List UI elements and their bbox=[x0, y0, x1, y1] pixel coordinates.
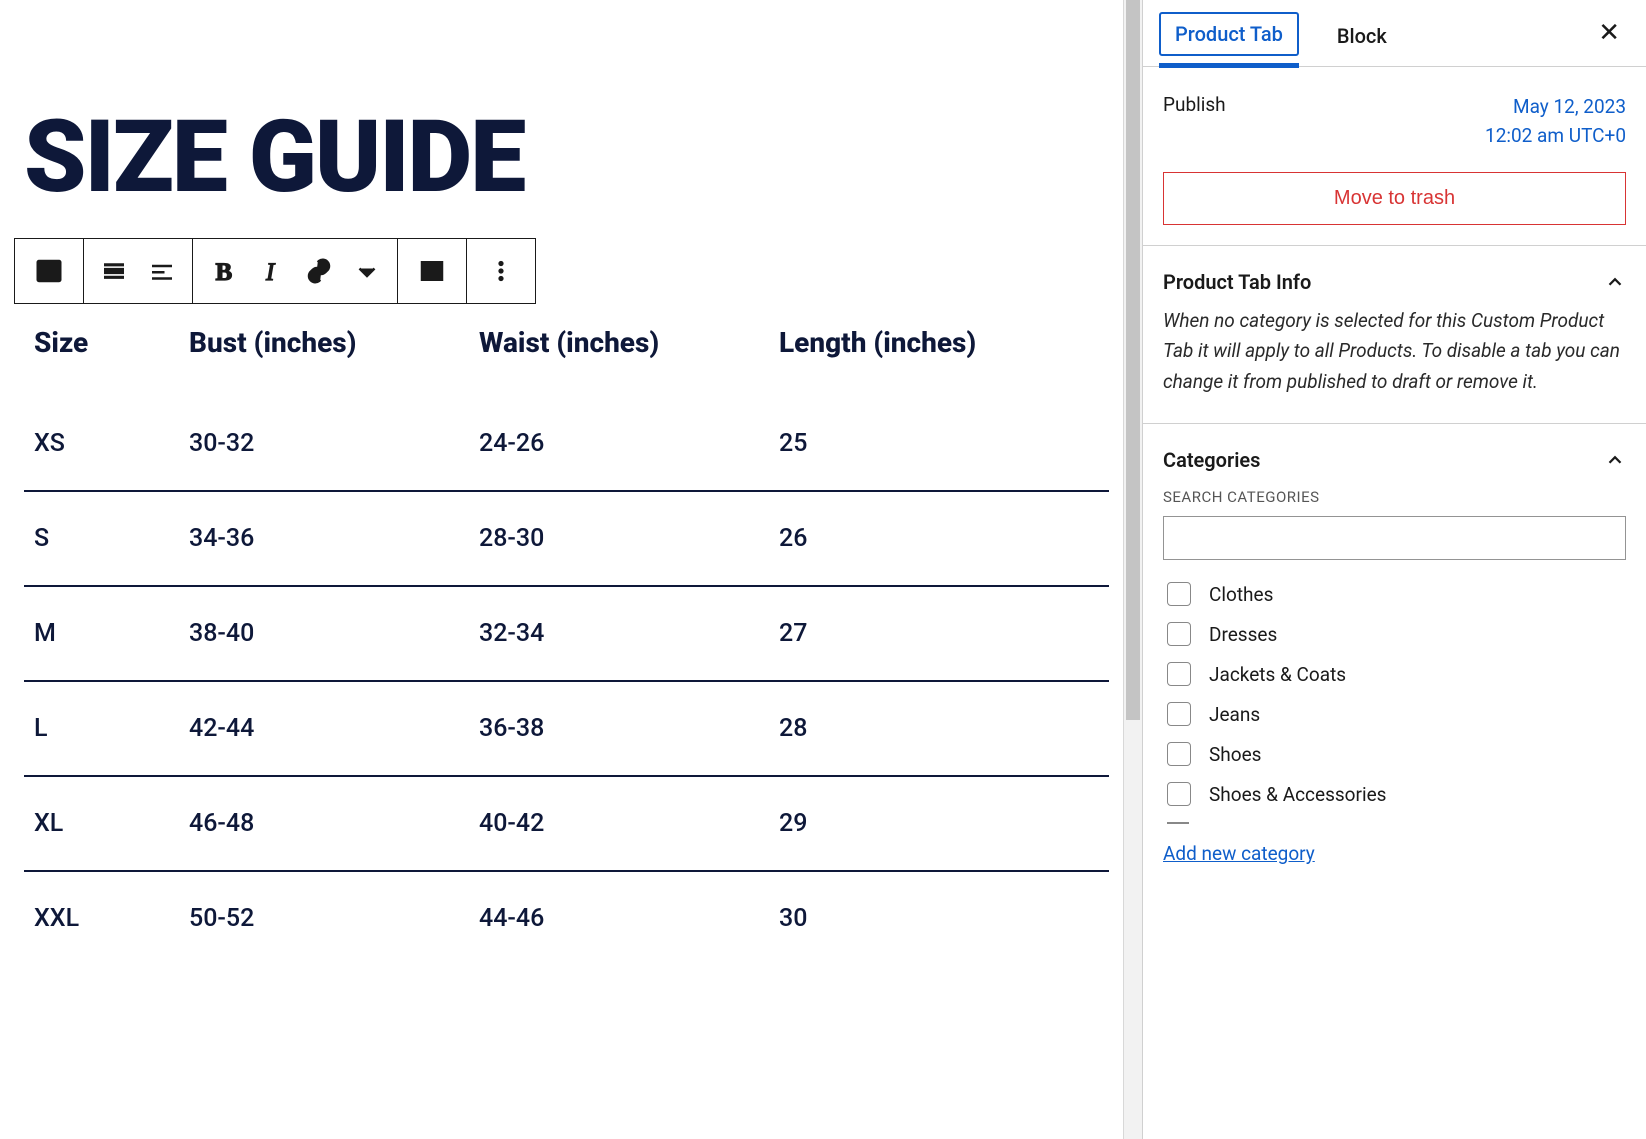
table-cell[interactable]: 42-44 bbox=[179, 681, 469, 776]
editor-canvas[interactable]: SIZE GUIDE B bbox=[0, 0, 1142, 1139]
category-checkbox[interactable] bbox=[1167, 702, 1191, 726]
publish-date-line2: 12:02 am UTC+0 bbox=[1485, 122, 1626, 151]
panel-toggle-categories[interactable]: Categories bbox=[1163, 444, 1626, 484]
table-cell[interactable]: 25 bbox=[769, 397, 1109, 491]
table-cell[interactable]: 27 bbox=[769, 586, 1109, 681]
add-new-category-link[interactable]: Add new category bbox=[1163, 842, 1315, 865]
category-item[interactable]: Shoes bbox=[1163, 734, 1622, 774]
table-cell[interactable]: M bbox=[24, 586, 179, 681]
category-label: Clothes bbox=[1209, 583, 1273, 606]
category-item[interactable]: Jeans bbox=[1163, 694, 1622, 734]
text-align-icon[interactable] bbox=[138, 239, 186, 303]
block-toolbar: B I bbox=[14, 238, 536, 304]
tab-product-tab[interactable]: Product Tab bbox=[1159, 12, 1299, 56]
table-cell[interactable]: 29 bbox=[769, 776, 1109, 871]
editor-pane: SIZE GUIDE B bbox=[0, 0, 1143, 1139]
table-row[interactable]: XS30-3224-2625 bbox=[24, 397, 1109, 491]
publish-label: Publish bbox=[1163, 93, 1226, 116]
col-bust: Bust (inches) bbox=[179, 300, 469, 397]
search-categories-input[interactable] bbox=[1163, 516, 1626, 560]
block-icon-table[interactable] bbox=[21, 239, 77, 303]
table-cell[interactable]: 44-46 bbox=[469, 871, 769, 965]
table-row[interactable]: S34-3628-3026 bbox=[24, 491, 1109, 586]
table-row[interactable]: L42-4436-3828 bbox=[24, 681, 1109, 776]
col-length: Length (inches) bbox=[769, 300, 1109, 397]
categories-list[interactable]: Clothes Dresses Jackets & Coats Jeans Shoes S… bbox=[1163, 574, 1626, 824]
table-cell[interactable]: 28 bbox=[769, 681, 1109, 776]
category-label: Jeans bbox=[1209, 703, 1260, 726]
italic-icon[interactable]: I bbox=[247, 239, 295, 303]
search-categories-label: SEARCH CATEGORIES bbox=[1163, 488, 1626, 506]
chevron-up-icon bbox=[1604, 449, 1626, 471]
table-cell[interactable]: 40-42 bbox=[469, 776, 769, 871]
publish-section: Publish May 12, 2023 12:02 am UTC+0 Move… bbox=[1143, 67, 1646, 246]
chevron-down-icon[interactable] bbox=[343, 239, 391, 303]
settings-sidebar: Product Tab Block ✕ Publish May 12, 2023… bbox=[1143, 0, 1646, 1139]
category-label: Dresses bbox=[1209, 623, 1277, 646]
publish-date-line1: May 12, 2023 bbox=[1485, 93, 1626, 122]
table-cell[interactable]: 36-38 bbox=[469, 681, 769, 776]
category-checkbox[interactable] bbox=[1167, 622, 1191, 646]
category-item-partial bbox=[1167, 822, 1189, 824]
table-cell[interactable]: 38-40 bbox=[179, 586, 469, 681]
table-cell[interactable]: 34-36 bbox=[179, 491, 469, 586]
product-tab-info-panel: Product Tab Info When no category is sel… bbox=[1143, 246, 1646, 424]
link-icon[interactable] bbox=[295, 239, 343, 303]
table-row[interactable]: XXL50-5244-4630 bbox=[24, 871, 1109, 965]
table-cell[interactable]: 46-48 bbox=[179, 776, 469, 871]
tab-block[interactable]: Block bbox=[1321, 14, 1403, 64]
category-item[interactable]: Dresses bbox=[1163, 614, 1622, 654]
table-cell[interactable]: S bbox=[24, 491, 179, 586]
col-waist: Waist (inches) bbox=[469, 300, 769, 397]
category-checkbox[interactable] bbox=[1167, 662, 1191, 686]
category-label: Jackets & Coats bbox=[1209, 663, 1346, 686]
svg-text:B: B bbox=[216, 259, 233, 286]
more-options-icon[interactable] bbox=[473, 239, 529, 303]
table-cell[interactable]: 28-30 bbox=[469, 491, 769, 586]
table-cell[interactable]: XXL bbox=[24, 871, 179, 965]
svg-text:I: I bbox=[265, 259, 276, 286]
table-cell[interactable]: 30 bbox=[769, 871, 1109, 965]
category-item[interactable]: Clothes bbox=[1163, 574, 1622, 614]
category-checkbox[interactable] bbox=[1167, 582, 1191, 606]
category-label: Shoes bbox=[1209, 743, 1261, 766]
category-label: Shoes & Accessories bbox=[1209, 783, 1386, 806]
panel-toggle-product-tab-info[interactable]: Product Tab Info bbox=[1163, 266, 1626, 306]
table-cell[interactable]: XS bbox=[24, 397, 179, 491]
panel-title-categories: Categories bbox=[1163, 448, 1260, 472]
table-row[interactable]: XL46-4840-4229 bbox=[24, 776, 1109, 871]
table-cell[interactable]: 50-52 bbox=[179, 871, 469, 965]
sidebar-tabs: Product Tab Block ✕ bbox=[1143, 0, 1646, 67]
align-icon[interactable] bbox=[90, 239, 138, 303]
move-to-trash-button[interactable]: Move to trash bbox=[1163, 172, 1626, 225]
close-sidebar-icon[interactable]: ✕ bbox=[1588, 12, 1630, 66]
edit-table-icon[interactable] bbox=[404, 239, 460, 303]
table-body: XS30-3224-2625S34-3628-3026M38-4032-3427… bbox=[24, 397, 1109, 965]
category-item[interactable]: Shoes & Accessories bbox=[1163, 774, 1622, 814]
page-title[interactable]: SIZE GUIDE bbox=[24, 108, 1118, 208]
table-cell[interactable]: 32-34 bbox=[469, 586, 769, 681]
category-item[interactable]: Jackets & Coats bbox=[1163, 654, 1622, 694]
table-cell[interactable]: 24-26 bbox=[469, 397, 769, 491]
table-cell[interactable]: XL bbox=[24, 776, 179, 871]
editor-scrollbar[interactable] bbox=[1123, 0, 1143, 1139]
col-size: Size bbox=[24, 300, 179, 397]
panel-title-info: Product Tab Info bbox=[1163, 270, 1311, 294]
app-root: SIZE GUIDE B bbox=[0, 0, 1646, 1139]
table-cell[interactable]: 30-32 bbox=[179, 397, 469, 491]
chevron-up-icon bbox=[1604, 271, 1626, 293]
category-checkbox[interactable] bbox=[1167, 782, 1191, 806]
scrollbar-thumb[interactable] bbox=[1126, 0, 1140, 720]
table-cell[interactable]: L bbox=[24, 681, 179, 776]
table-cell[interactable]: 26 bbox=[769, 491, 1109, 586]
table-row[interactable]: M38-4032-3427 bbox=[24, 586, 1109, 681]
category-checkbox[interactable] bbox=[1167, 742, 1191, 766]
publish-date-button[interactable]: May 12, 2023 12:02 am UTC+0 bbox=[1485, 93, 1626, 150]
table-header: Size Bust (inches) Waist (inches) Length… bbox=[24, 300, 1109, 397]
bold-icon[interactable]: B bbox=[199, 239, 247, 303]
size-table[interactable]: Size Bust (inches) Waist (inches) Length… bbox=[24, 300, 1109, 965]
product-tab-info-text: When no category is selected for this Cu… bbox=[1163, 306, 1626, 403]
categories-panel: Categories SEARCH CATEGORIES Clothes Dres… bbox=[1143, 424, 1646, 885]
